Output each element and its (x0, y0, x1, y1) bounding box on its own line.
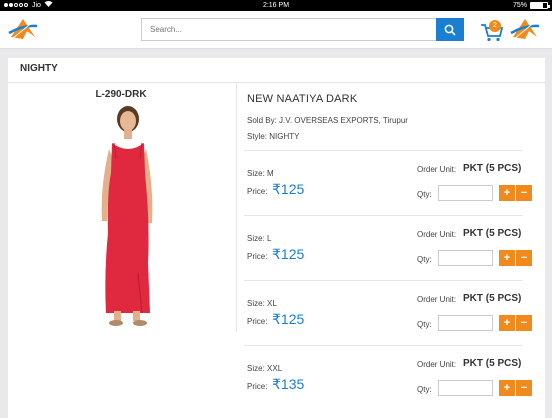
qty-label: Qty: (417, 255, 432, 264)
variant-price: ₹125 (272, 181, 305, 197)
variant-size: Size: L (247, 234, 272, 243)
sold-by-label: Sold By: (247, 116, 277, 125)
variant-row: Size: L Price: ₹125 Order Unit: PKT (5 P… (244, 215, 532, 279)
battery-icon (530, 2, 550, 9)
variant-row: Size: XL Price: ₹125 Order Unit: PKT (5 … (244, 280, 532, 344)
brand-logo-right-icon[interactable] (510, 17, 540, 43)
variant-row: Size: M Price: ₹125 Order Unit: PKT (5 P… (244, 150, 532, 214)
battery-area: 75% (512, 0, 550, 11)
order-unit-label: Order Unit: (417, 165, 457, 174)
price-label: Price: (247, 382, 268, 391)
qty-increase-button[interactable]: + (499, 185, 515, 201)
sold-by-value: J.V. OVERSEAS EXPORTS, Tirupur (279, 116, 408, 125)
product-name: NEW NAATIYA DARK (247, 93, 358, 105)
qty-input[interactable] (438, 185, 493, 201)
product-style: Style: NIGHTY (247, 132, 299, 141)
cart-count-badge: 2 (489, 20, 501, 32)
search-icon (444, 24, 456, 36)
order-unit-value: PKT (5 PCS) (463, 358, 522, 369)
variant-size: Size: XXL (247, 364, 283, 373)
clock: 2:16 PM (262, 2, 290, 9)
category-title: NIGHTY (20, 63, 58, 74)
variant-row: Size: XXL Price: ₹135 Order Unit: PKT (5… (244, 345, 532, 409)
search-input[interactable] (141, 18, 437, 41)
qty-input[interactable] (438, 250, 493, 266)
sold-by: Sold By: J.V. OVERSEAS EXPORTS, Tirupur (247, 116, 408, 125)
search-button[interactable] (436, 18, 464, 41)
qty-label: Qty: (417, 320, 432, 329)
qty-increase-button[interactable]: + (499, 380, 515, 396)
style-value: NIGHTY (269, 132, 300, 141)
variant-size: Size: M (247, 169, 274, 178)
product-image[interactable] (78, 103, 174, 328)
variant-price: ₹135 (272, 376, 305, 392)
price-label: Price: (247, 252, 268, 261)
variant-size: Size: XL (247, 299, 277, 308)
order-unit-label: Order Unit: (417, 360, 457, 369)
variant-price: ₹125 (272, 311, 305, 327)
order-unit-value: PKT (5 PCS) (463, 228, 522, 239)
order-unit-label: Order Unit: (417, 230, 457, 239)
divider (8, 82, 545, 83)
status-bar: Jio 2:16 PM 75% (0, 0, 552, 11)
qty-label: Qty: (417, 190, 432, 199)
qty-increase-button[interactable]: + (499, 315, 515, 331)
qty-input[interactable] (438, 315, 493, 331)
brand-logo-icon[interactable] (8, 17, 38, 43)
qty-decrease-button[interactable]: − (516, 250, 532, 266)
qty-input[interactable] (438, 380, 493, 396)
order-unit-value: PKT (5 PCS) (463, 293, 522, 304)
product-card: NIGHTY L-290-DRK NEW NAATIYA DARK Sold B… (8, 58, 545, 418)
price-label: Price: (247, 317, 268, 326)
qty-decrease-button[interactable]: − (516, 315, 532, 331)
variant-price: ₹125 (272, 246, 305, 262)
battery-percent: 75% (512, 2, 527, 9)
qty-decrease-button[interactable]: − (516, 380, 532, 396)
order-unit-label: Order Unit: (417, 295, 457, 304)
product-sku: L-290-DRK (95, 89, 147, 100)
style-label: Style: (247, 132, 268, 141)
qty-label: Qty: (417, 385, 432, 394)
divider (236, 82, 237, 332)
qty-increase-button[interactable]: + (499, 250, 515, 266)
price-label: Price: (247, 187, 268, 196)
order-unit-value: PKT (5 PCS) (463, 163, 522, 174)
qty-decrease-button[interactable]: − (516, 185, 532, 201)
app-header: 2 (0, 11, 552, 49)
